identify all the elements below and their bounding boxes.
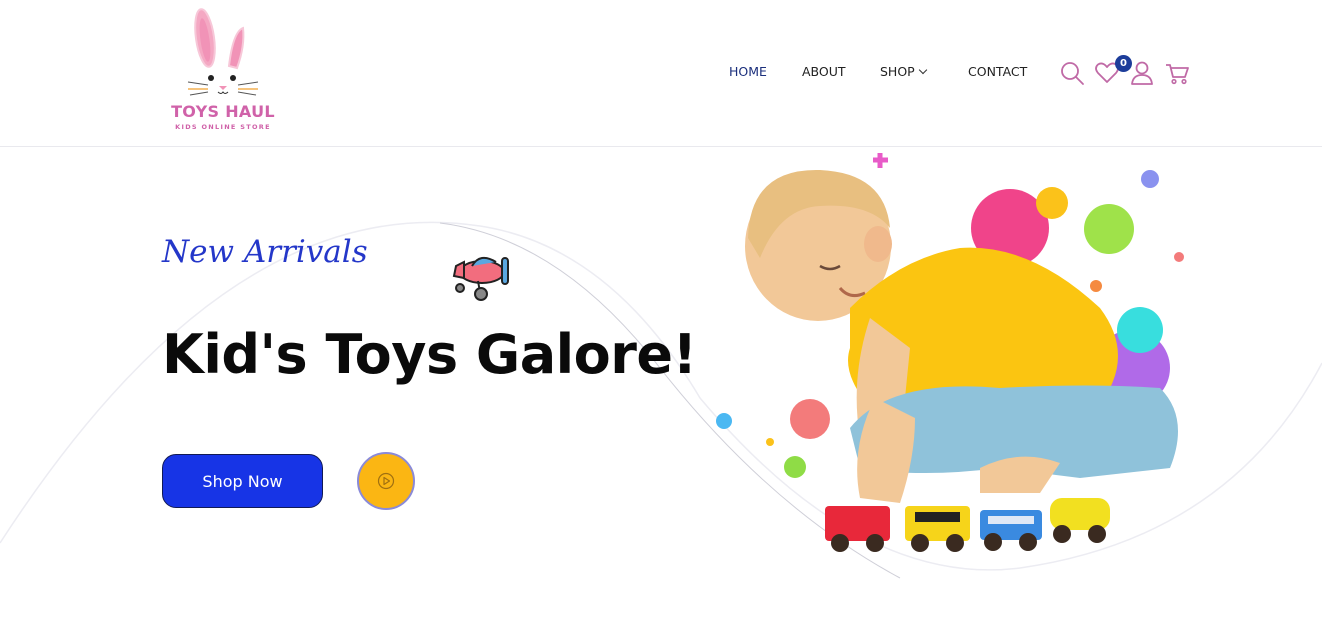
play-icon bbox=[377, 472, 395, 490]
toy-plane-icon bbox=[452, 256, 509, 301]
nav-about[interactable]: ABOUT bbox=[802, 64, 846, 79]
bunny-logo-icon bbox=[187, 8, 259, 96]
user-icon[interactable] bbox=[1129, 60, 1155, 86]
nav-contact[interactable]: CONTACT bbox=[968, 64, 1027, 79]
nav-shop[interactable]: SHOP bbox=[880, 64, 927, 79]
hero-section: New Arrivals Kid's Toys Galore! Shop Now bbox=[0, 148, 1322, 641]
shop-now-button[interactable]: Shop Now bbox=[162, 454, 323, 508]
hero-title: Kid's Toys Galore! bbox=[162, 323, 697, 386]
chevron-down-icon bbox=[918, 65, 927, 75]
site-header: TOYS HAUL KIDS ONLINE STORE HOME ABOUT S… bbox=[0, 0, 1322, 147]
play-video-button[interactable] bbox=[357, 452, 415, 510]
cart-icon[interactable] bbox=[1164, 60, 1190, 86]
hero-kid-with-train-image bbox=[716, 153, 1184, 552]
hero-subtitle: New Arrivals bbox=[162, 234, 368, 270]
brand-name: TOYS HAUL bbox=[171, 102, 275, 121]
nav-home[interactable]: HOME bbox=[729, 64, 767, 79]
nav-shop-label: SHOP bbox=[880, 64, 915, 79]
brand-tagline: KIDS ONLINE STORE bbox=[175, 123, 271, 131]
search-icon[interactable] bbox=[1059, 60, 1085, 86]
logo[interactable]: TOYS HAUL KIDS ONLINE STORE bbox=[163, 6, 283, 136]
